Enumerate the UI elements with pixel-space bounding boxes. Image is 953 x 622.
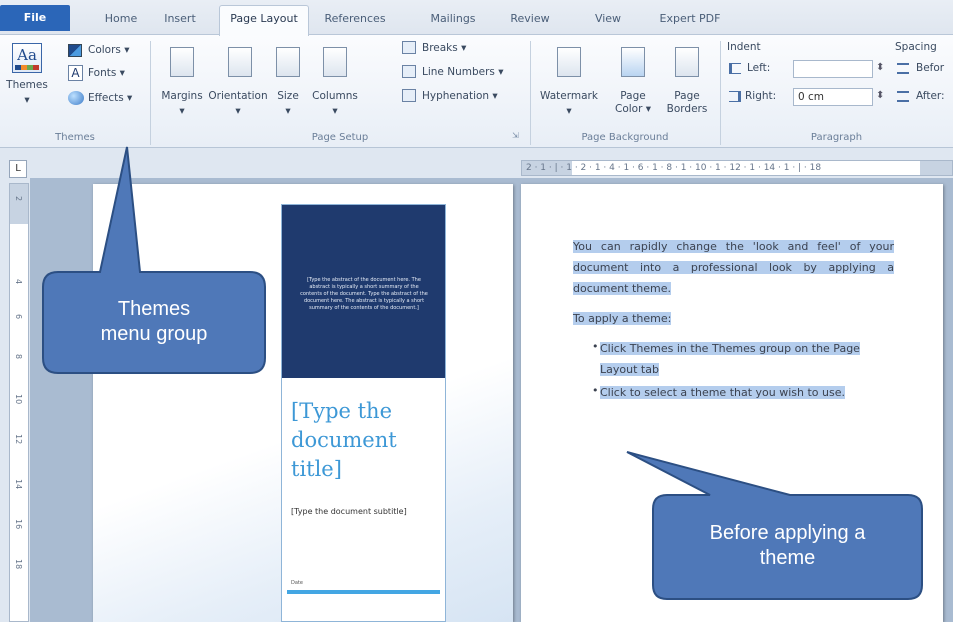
themes-callout-text: Themes menu group xyxy=(100,298,208,345)
tab-page-layout[interactable]: Page Layout xyxy=(219,5,309,36)
before-applying-callout-text: Before applying a theme xyxy=(709,522,866,569)
